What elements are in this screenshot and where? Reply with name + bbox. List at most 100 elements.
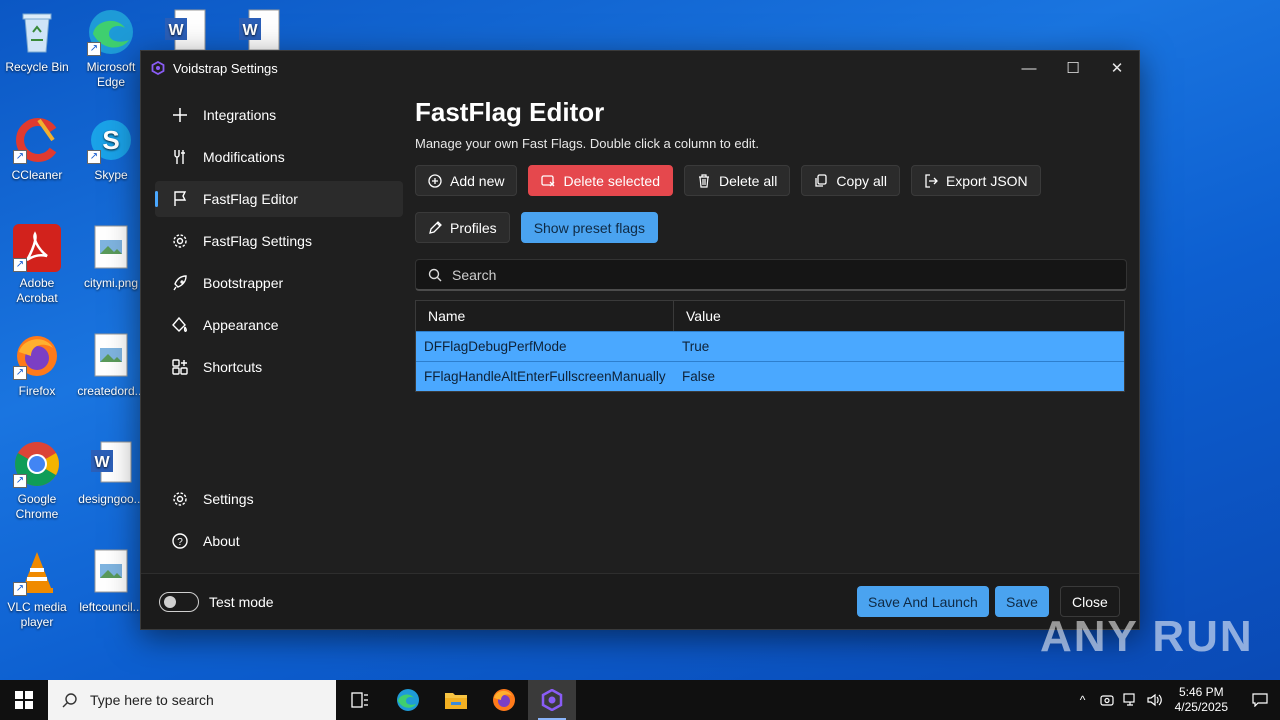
export-json-button[interactable]: Export JSON [910, 165, 1041, 196]
sidebar-item-appearance[interactable]: Appearance [155, 307, 403, 343]
svg-text:W: W [168, 22, 184, 39]
sidebar-item-bootstrapper[interactable]: Bootstrapper [155, 265, 403, 301]
taskbar-search-placeholder: Type here to search [90, 692, 214, 708]
sidebar-item-label: Appearance [203, 317, 279, 333]
cell-name[interactable]: DFFlagDebugPerfMode [416, 332, 674, 361]
sidebar-item-label: Shortcuts [203, 359, 263, 375]
taskbar-voidstrap[interactable] [528, 680, 576, 720]
desktop-icon-firefox[interactable]: ↗ Firefox [1, 332, 73, 399]
sidebar-item-label: Integrations [203, 107, 277, 123]
minimize-button[interactable]: — [1007, 51, 1051, 85]
taskbar-search[interactable]: Type here to search [48, 680, 336, 720]
volume-icon[interactable] [1143, 693, 1167, 707]
column-header-value[interactable]: Value [674, 301, 721, 331]
sidebar-item-label: About [203, 533, 240, 549]
show-preset-flags-button[interactable]: Show preset flags [520, 212, 658, 243]
search-input[interactable]: Search [415, 259, 1127, 291]
desktop-icon-ccleaner[interactable]: ↗ CCleaner [1, 116, 73, 183]
desktop-icon-label: Microsoft Edge [86, 60, 136, 89]
image-file-icon [87, 332, 135, 380]
edge-icon: ↗ [87, 8, 135, 56]
start-button[interactable] [0, 680, 48, 720]
delete-all-button[interactable]: Delete all [684, 165, 791, 196]
taskbar-edge[interactable] [384, 680, 432, 720]
desktop-icon-createdord[interactable]: createdord... [75, 332, 147, 399]
desktop-icon-citymi[interactable]: citymi.png [75, 224, 147, 291]
desktop-icon-acrobat[interactable]: ↗ Adobe Acrobat [1, 224, 73, 306]
search-placeholder: Search [452, 266, 497, 283]
sidebar-item-label: FastFlag Editor [203, 191, 298, 207]
skype-icon: S ↗ [87, 116, 135, 164]
taskbar-firefox[interactable] [480, 680, 528, 720]
notification-icon[interactable] [1240, 693, 1280, 707]
desktop-icon-skype[interactable]: S ↗ Skype [75, 116, 147, 183]
recycle-bin-icon [13, 8, 61, 56]
desktop-icon-leftcouncil[interactable]: leftcouncil... [75, 548, 147, 615]
test-mode-toggle[interactable] [159, 592, 199, 612]
desktop-icon-chrome[interactable]: ↗ Google Chrome [1, 440, 73, 522]
title-bar[interactable]: Voidstrap Settings — ☐ ✕ [141, 51, 1139, 85]
taskbar-clock[interactable]: 5:46 PM 4/25/2025 [1175, 685, 1228, 715]
chevron-up-icon[interactable]: ^ [1071, 693, 1095, 707]
desktop-icon-edge[interactable]: ↗ Microsoft Edge [75, 8, 147, 90]
network-icon[interactable] [1119, 693, 1143, 707]
edge-icon [397, 689, 419, 711]
main-content: FastFlag Editor Manage your own Fast Fla… [415, 97, 1127, 392]
maximize-button[interactable]: ☐ [1051, 51, 1095, 85]
sidebar-item-about[interactable]: ? About [155, 523, 403, 559]
desktop-icon-vlc[interactable]: ↗ VLC media player [1, 548, 73, 630]
voidstrap-window: Voidstrap Settings — ☐ ✕ Integrations Mo… [140, 50, 1140, 630]
minimize-icon: — [1021, 59, 1037, 77]
taskbar-file-explorer[interactable] [432, 680, 480, 720]
sidebar-item-integrations[interactable]: Integrations [155, 97, 403, 133]
save-and-launch-button[interactable]: Save And Launch [857, 586, 989, 617]
webcam-icon[interactable] [1095, 693, 1119, 707]
sidebar: Integrations Modifications FastFlag Edit… [155, 97, 403, 391]
word-document-icon: W [161, 8, 209, 56]
button-label: Copy all [836, 172, 887, 189]
table-row[interactable]: FFlagHandleAltEnterFullscreenManually Fa… [416, 361, 1124, 391]
clock-date: 4/25/2025 [1174, 700, 1228, 714]
add-new-button[interactable]: Add new [415, 165, 518, 196]
button-label: Delete all [719, 172, 778, 189]
desktop-icon-recycle-bin[interactable]: Recycle Bin [1, 8, 73, 75]
close-window-button[interactable]: ✕ [1095, 51, 1139, 85]
copy-all-button[interactable]: Copy all [801, 165, 900, 196]
button-label: Delete selected [563, 172, 660, 189]
sidebar-item-fastflag-editor[interactable]: FastFlag Editor [155, 181, 403, 217]
button-label: Close [1072, 593, 1108, 610]
delete-selection-icon [541, 174, 555, 186]
profiles-button[interactable]: Profiles [415, 212, 510, 243]
clock-time: 5:46 PM [1178, 685, 1224, 699]
column-header-name[interactable]: Name [416, 301, 674, 331]
system-tray: ^ 5:46 PM 4/25/2025 [1071, 680, 1280, 720]
flag-icon [171, 190, 189, 208]
windows-logo-icon [15, 691, 33, 709]
button-label: Save And Launch [868, 593, 978, 610]
desktop-icon-label: VLC media player [7, 600, 67, 629]
folder-icon [445, 693, 467, 709]
maximize-icon: ☐ [1066, 60, 1080, 77]
sidebar-item-label: Bootstrapper [203, 275, 284, 291]
cell-value[interactable]: True [674, 332, 709, 361]
pencil-icon [429, 220, 442, 234]
search-icon [428, 268, 442, 281]
vlc-icon: ↗ [13, 548, 61, 596]
desktop-icon-label: Recycle Bin [5, 60, 69, 74]
sidebar-item-modifications[interactable]: Modifications [155, 139, 403, 175]
voidstrap-app-icon [151, 61, 165, 75]
cell-value[interactable]: False [674, 362, 715, 391]
sidebar-item-settings[interactable]: Settings [155, 481, 403, 517]
task-view-button[interactable] [336, 680, 384, 720]
watermark: ANY RUN [1040, 612, 1254, 661]
desktop-icon-designgoo[interactable]: W designgoo... [75, 440, 147, 507]
sidebar-item-fastflag-settings[interactable]: FastFlag Settings [155, 223, 403, 259]
desktop-icon-label: Firefox [18, 384, 56, 398]
delete-selected-button[interactable]: Delete selected [528, 165, 673, 196]
gear-icon [171, 490, 189, 508]
cell-name[interactable]: FFlagHandleAltEnterFullscreenManually [416, 362, 674, 391]
page-description: Manage your own Fast Flags. Double click… [415, 136, 759, 151]
table-row[interactable]: DFFlagDebugPerfMode True [416, 331, 1124, 361]
sidebar-item-shortcuts[interactable]: Shortcuts [155, 349, 403, 385]
page-title: FastFlag Editor [415, 97, 605, 127]
